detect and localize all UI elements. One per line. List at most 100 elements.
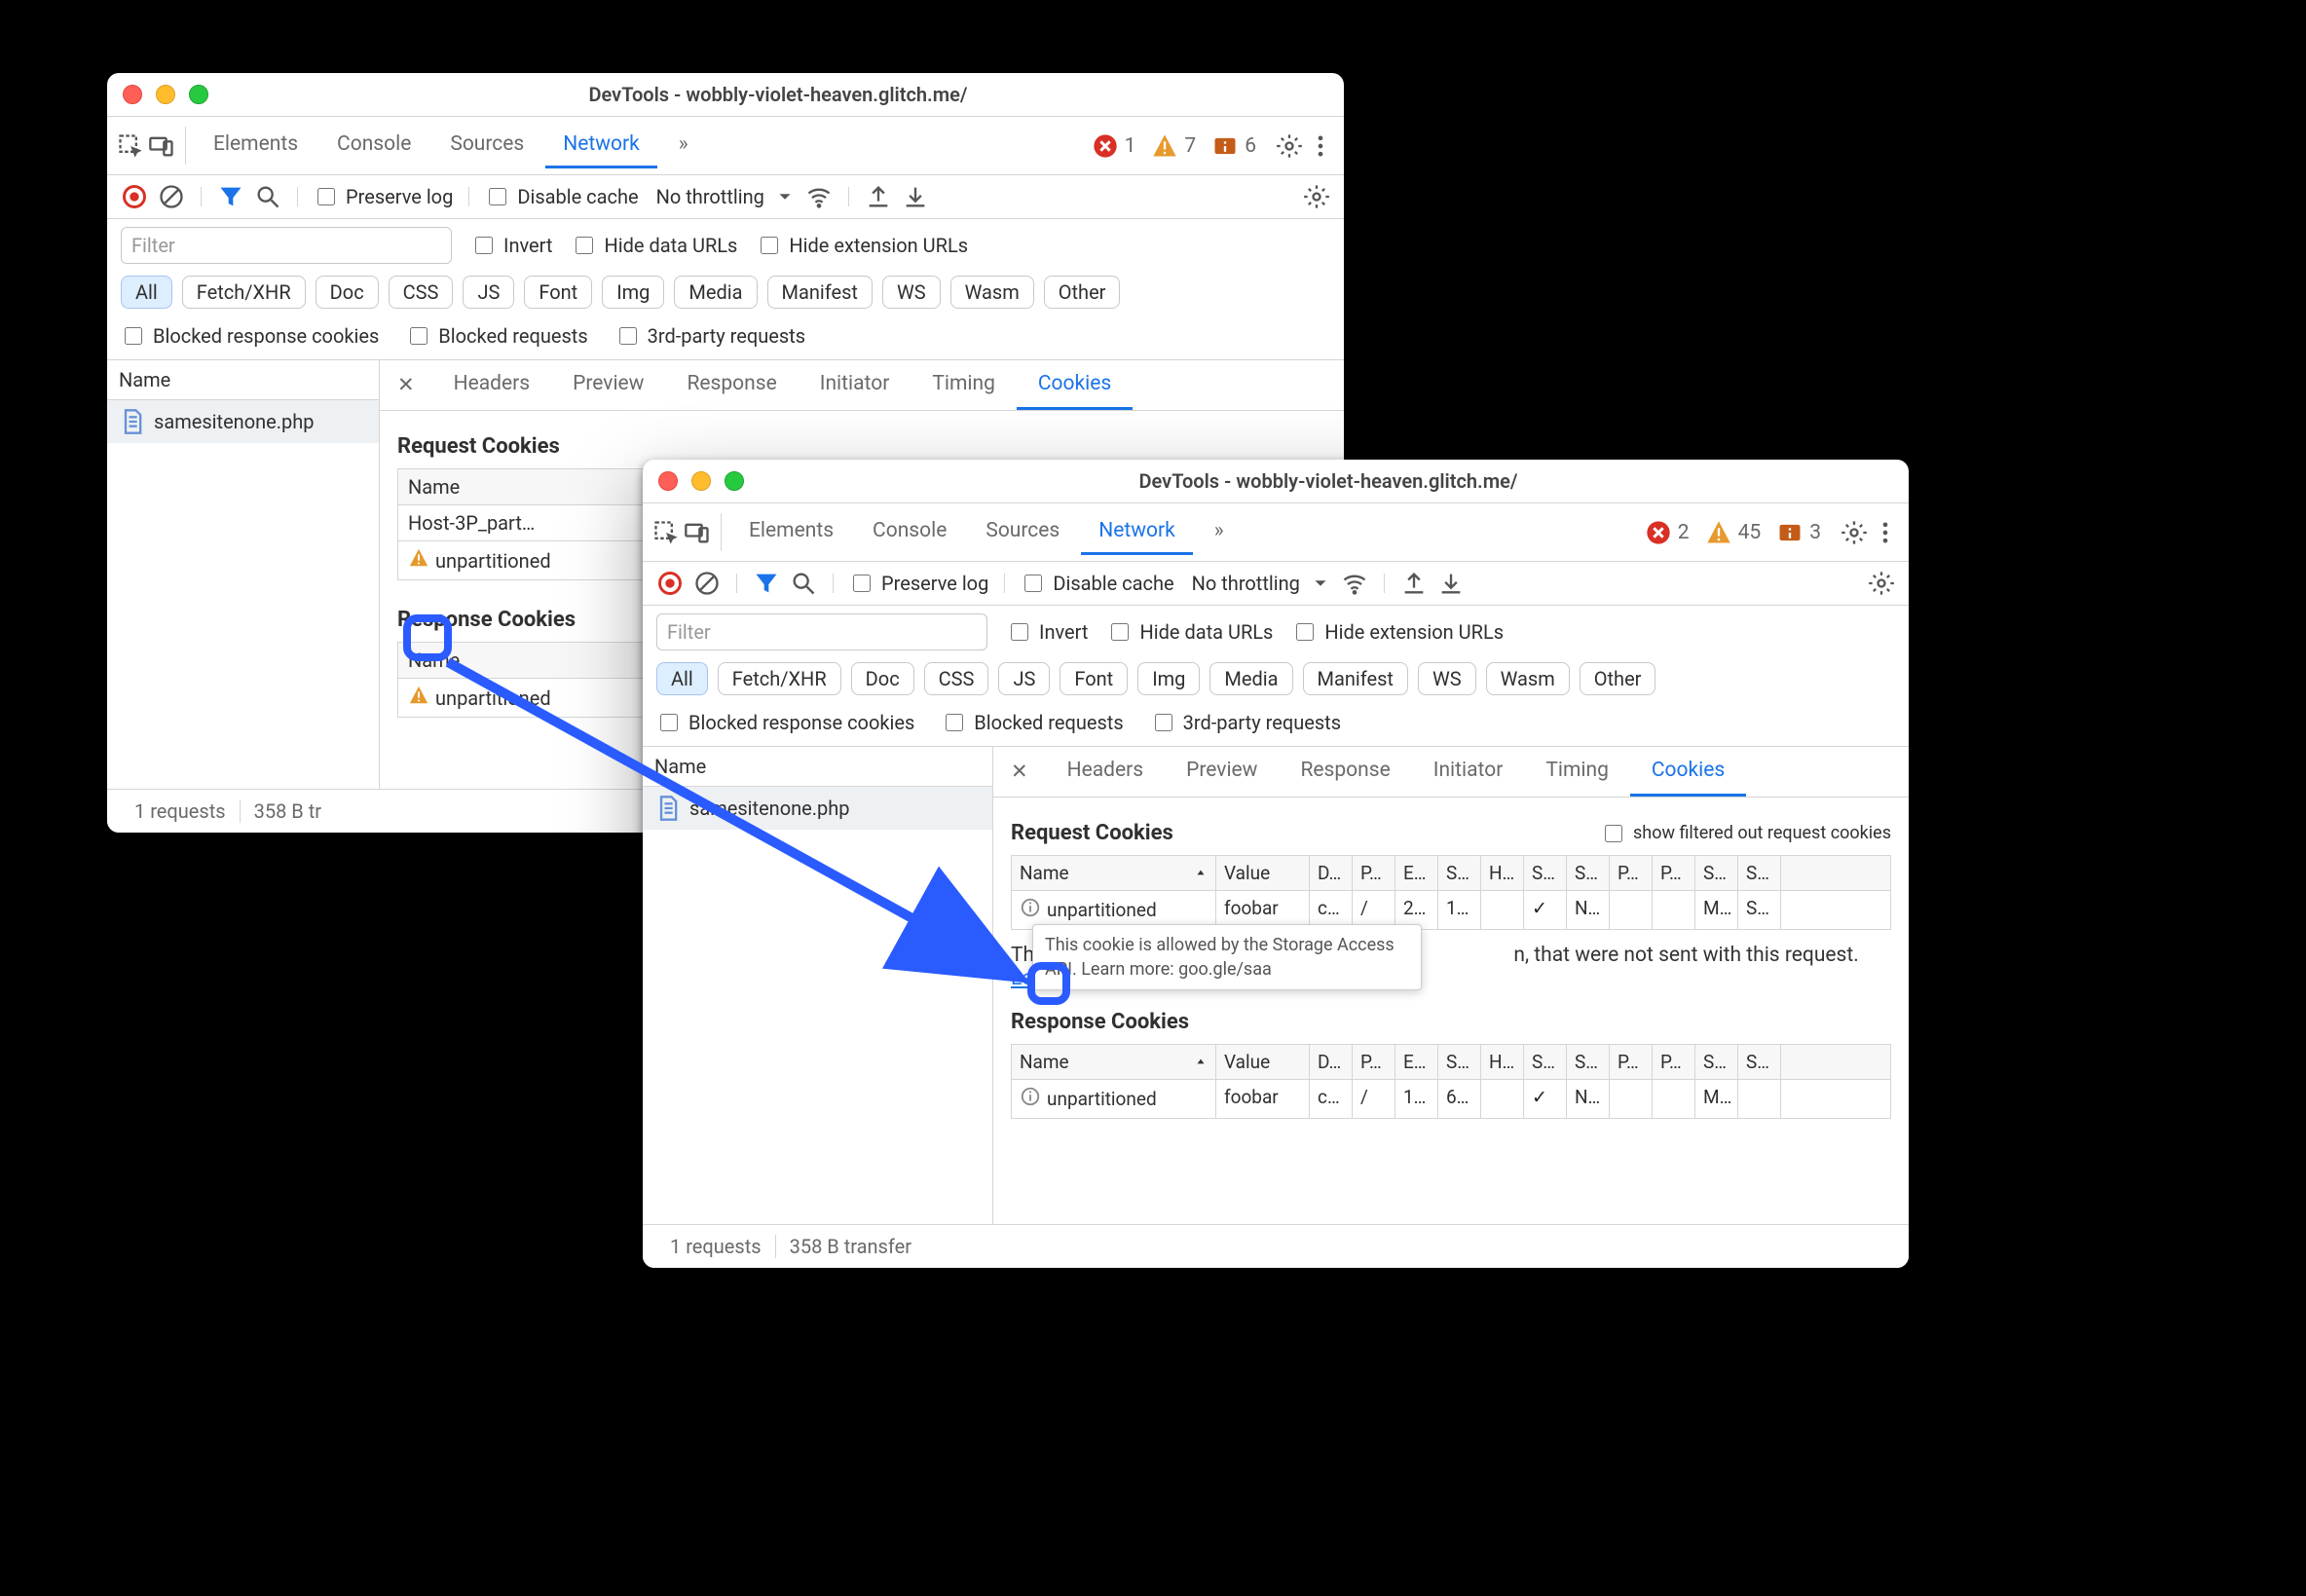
upload-icon[interactable] [1400, 570, 1428, 597]
settings-icon[interactable] [1276, 132, 1303, 160]
chip-other[interactable]: Other [1580, 662, 1656, 695]
tab-network[interactable]: Network [1081, 509, 1193, 555]
chip-css[interactable]: CSS [924, 662, 989, 695]
upload-icon[interactable] [865, 183, 892, 210]
error-count[interactable]: 1 [1086, 132, 1142, 160]
throttling-select[interactable]: No throttling [1192, 572, 1300, 595]
record-icon[interactable] [656, 570, 684, 597]
chip-font[interactable]: Font [1060, 662, 1128, 695]
search-icon[interactable] [790, 570, 817, 597]
column-name-header[interactable]: Name [643, 747, 992, 787]
tabs-overflow[interactable]: » [661, 123, 706, 168]
disable-cache-checkbox[interactable]: Disable cache [1021, 572, 1173, 595]
chip-js[interactable]: JS [463, 276, 514, 309]
chip-other[interactable]: Other [1044, 276, 1121, 309]
blocked-response-cookies-checkbox[interactable]: Blocked response cookies [121, 324, 379, 348]
clear-icon[interactable] [158, 183, 185, 210]
col-name[interactable]: Name [1012, 856, 1216, 890]
download-icon[interactable] [902, 183, 929, 210]
tab-elements[interactable]: Elements [731, 509, 851, 555]
chip-ws[interactable]: WS [1418, 662, 1476, 695]
download-icon[interactable] [1437, 570, 1465, 597]
warning-count[interactable]: 45 [1699, 519, 1767, 546]
chip-media[interactable]: Media [674, 276, 757, 309]
clear-icon[interactable] [693, 570, 721, 597]
dtab-timing[interactable]: Timing [911, 360, 1017, 410]
throttling-select[interactable]: No throttling [656, 185, 764, 208]
maximize-window-icon[interactable] [189, 85, 208, 104]
inspect-icon[interactable] [117, 132, 144, 160]
filter-input[interactable]: Filter [656, 613, 987, 650]
tab-console[interactable]: Console [855, 509, 964, 555]
request-row[interactable]: samesitenone.php [107, 400, 379, 443]
hide-extension-urls-checkbox[interactable]: Hide extension URLs [1292, 620, 1504, 644]
gear-icon[interactable] [1303, 183, 1330, 210]
chip-img[interactable]: Img [1137, 662, 1200, 695]
invert-checkbox[interactable]: Invert [471, 234, 552, 257]
dtab-cookies[interactable]: Cookies [1630, 747, 1746, 797]
tabs-overflow[interactable]: » [1197, 509, 1242, 555]
close-details-icon[interactable]: ✕ [380, 361, 432, 409]
dtab-preview[interactable]: Preview [1165, 747, 1279, 797]
request-row[interactable]: samesitenone.php [643, 787, 992, 830]
filter-icon[interactable] [217, 183, 244, 210]
third-party-requests-checkbox[interactable]: 3rd-party requests [615, 324, 805, 348]
chip-ws[interactable]: WS [882, 276, 941, 309]
close-window-icon[interactable] [123, 85, 142, 104]
chip-manifest[interactable]: Manifest [1303, 662, 1408, 695]
third-party-requests-checkbox[interactable]: 3rd-party requests [1151, 711, 1341, 734]
dtab-preview[interactable]: Preview [551, 360, 665, 410]
show-filtered-checkbox[interactable]: show filtered out request cookies [1601, 822, 1891, 845]
blocked-requests-checkbox[interactable]: Blocked requests [942, 711, 1123, 734]
chip-manifest[interactable]: Manifest [767, 276, 873, 309]
dtab-headers[interactable]: Headers [432, 360, 551, 410]
dtab-initiator[interactable]: Initiator [799, 360, 911, 410]
chip-fetchxhr[interactable]: Fetch/XHR [182, 276, 306, 309]
filter-icon[interactable] [753, 570, 780, 597]
tab-sources[interactable]: Sources [968, 509, 1077, 555]
search-icon[interactable] [254, 183, 281, 210]
settings-icon[interactable] [1841, 519, 1868, 546]
more-icon[interactable] [1872, 519, 1899, 546]
error-count[interactable]: 2 [1639, 519, 1695, 546]
issue-count[interactable]: 6 [1206, 132, 1262, 160]
hide-data-urls-checkbox[interactable]: Hide data URLs [1107, 620, 1273, 644]
gear-icon[interactable] [1868, 570, 1895, 597]
res-cookie-row[interactable]: unpartitioned foobar c… / 1… 6… ✓ N… M… [1011, 1080, 1891, 1119]
chip-media[interactable]: Media [1209, 662, 1292, 695]
warning-count[interactable]: 7 [1145, 132, 1202, 160]
hide-extension-urls-checkbox[interactable]: Hide extension URLs [757, 234, 968, 257]
column-name-header[interactable]: Name [107, 360, 379, 400]
tab-elements[interactable]: Elements [196, 123, 316, 168]
invert-checkbox[interactable]: Invert [1007, 620, 1088, 644]
close-window-icon[interactable] [658, 471, 678, 491]
chip-all[interactable]: All [656, 662, 708, 695]
device-icon[interactable] [148, 132, 175, 160]
chip-css[interactable]: CSS [389, 276, 454, 309]
col-value[interactable]: Value [1216, 856, 1310, 890]
chip-doc[interactable]: Doc [316, 276, 379, 309]
chip-wasm[interactable]: Wasm [1486, 662, 1570, 695]
chip-doc[interactable]: Doc [851, 662, 914, 695]
hide-data-urls-checkbox[interactable]: Hide data URLs [572, 234, 737, 257]
dtab-cookies[interactable]: Cookies [1017, 360, 1133, 410]
tab-console[interactable]: Console [319, 123, 428, 168]
preserve-log-checkbox[interactable]: Preserve log [849, 572, 988, 595]
wifi-icon[interactable] [805, 183, 833, 210]
chip-img[interactable]: Img [602, 276, 664, 309]
dtab-response[interactable]: Response [1279, 747, 1411, 797]
inspect-icon[interactable] [652, 519, 680, 546]
more-icon[interactable] [1307, 132, 1334, 160]
dtab-timing[interactable]: Timing [1524, 747, 1630, 797]
blocked-requests-checkbox[interactable]: Blocked requests [406, 324, 587, 348]
record-icon[interactable] [121, 183, 148, 210]
tab-sources[interactable]: Sources [432, 123, 541, 168]
close-details-icon[interactable]: ✕ [993, 748, 1046, 796]
chip-font[interactable]: Font [524, 276, 592, 309]
preserve-log-checkbox[interactable]: Preserve log [314, 185, 453, 208]
device-icon[interactable] [684, 519, 711, 546]
dtab-response[interactable]: Response [665, 360, 798, 410]
dtab-initiator[interactable]: Initiator [1412, 747, 1525, 797]
chip-wasm[interactable]: Wasm [950, 276, 1034, 309]
issue-count[interactable]: 3 [1770, 519, 1827, 546]
